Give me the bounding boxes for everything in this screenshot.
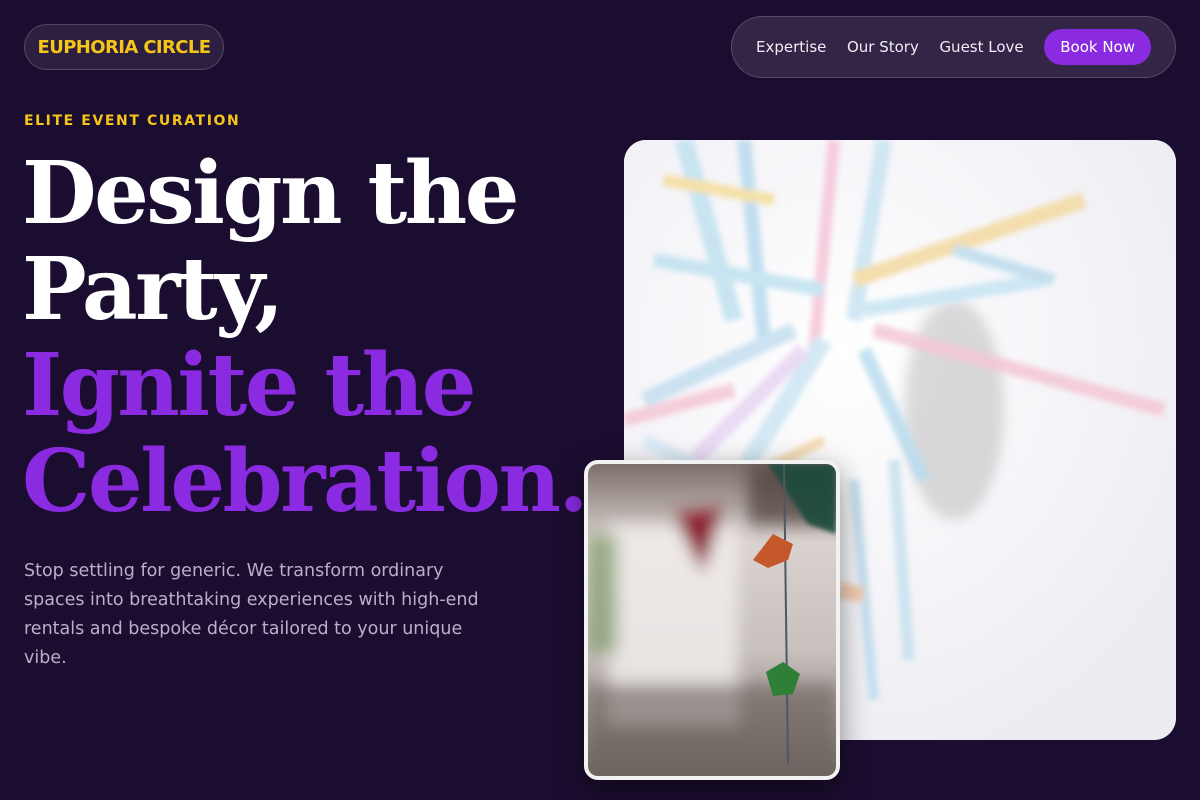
headline-line-3: Ignite the: [22, 335, 476, 436]
headline-line-1: Design the: [22, 143, 519, 244]
nav-link-expertise[interactable]: Expertise: [756, 38, 826, 56]
bunting-garland-photo: [584, 460, 840, 780]
hero-intro: Stop settling for generic. We transform …: [24, 561, 479, 668]
nav-link-guest-love[interactable]: Guest Love: [939, 38, 1023, 56]
landing-page: EUPHORIA CIRCLE Expertise Our Story Gues…: [0, 0, 1200, 800]
book-now-button[interactable]: Book Now: [1044, 29, 1151, 65]
main-nav: Expertise Our Story Guest Love Book Now: [731, 16, 1176, 78]
hero-headline: Design the Party, Ignite the Celebration…: [22, 146, 612, 530]
headline-line-4: Celebration.: [22, 431, 588, 532]
bunting-illustration: [588, 464, 836, 776]
logo-text: EUPHORIA CIRCLE: [37, 36, 212, 58]
eyebrow-label: ELITE EVENT CURATION: [24, 113, 241, 129]
nav-link-our-story[interactable]: Our Story: [847, 38, 919, 56]
headline-line-2: Party,: [22, 239, 284, 340]
logo[interactable]: EUPHORIA CIRCLE: [24, 24, 224, 70]
